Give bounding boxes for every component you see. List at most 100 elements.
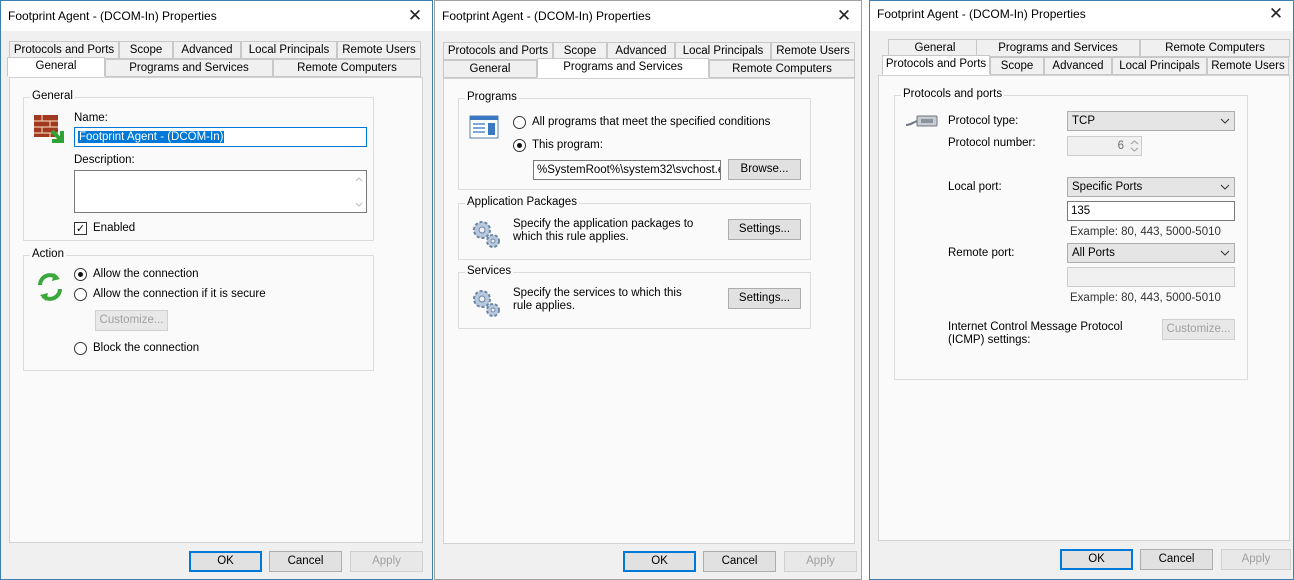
properties-dialog-protocols: Footprint Agent - (DCOM-In) Properties ✕… [869, 0, 1294, 580]
enabled-checkbox[interactable]: ✓ [74, 222, 87, 235]
all-programs-radio[interactable] [513, 116, 526, 129]
dialog-title: Footprint Agent - (DCOM-In) Properties [877, 7, 1086, 21]
group-label: General [30, 90, 75, 102]
gears-icon [473, 290, 500, 317]
title-bar: Footprint Agent - (DCOM-In) Properties ✕ [435, 1, 861, 31]
cancel-button[interactable]: Cancel [1140, 549, 1213, 570]
close-icon[interactable]: ✕ [1265, 3, 1287, 25]
properties-dialog-general: Footprint Agent - (DCOM-In) Properties ✕… [0, 0, 433, 580]
icmp-customize-button[interactable]: Customize... [1162, 319, 1235, 340]
spin-arrows-icon[interactable] [1130, 139, 1139, 153]
firewall-icon [34, 115, 64, 143]
tab-general[interactable]: General [7, 57, 105, 77]
scroll-up-icon[interactable] [355, 176, 363, 182]
local-port-label: Local port: [948, 181, 1002, 193]
scroll-down-icon[interactable] [355, 202, 363, 208]
services-description: Specify the services to which this rule … [513, 287, 682, 312]
group-label: Programs [465, 91, 519, 103]
cancel-button[interactable]: Cancel [703, 551, 776, 572]
services-settings-button[interactable]: Settings... [728, 288, 801, 309]
allow-secure-radio[interactable] [74, 288, 87, 301]
tab-remote-computers[interactable]: Remote Computers [1140, 39, 1290, 57]
general-group: General Name: Footprint Agent - (DCOM-In… [23, 90, 374, 241]
group-label: Action [30, 248, 66, 260]
app-packages-description: Specify the application packages to whic… [513, 218, 694, 243]
close-icon[interactable]: ✕ [833, 5, 855, 27]
tab-programs-and-services[interactable]: Programs and Services [537, 58, 709, 78]
this-program-label: This program: [532, 139, 603, 151]
allow-connection-radio[interactable] [74, 268, 87, 281]
tab-programs-and-services[interactable]: Programs and Services [976, 39, 1140, 57]
remote-port-example: Example: 80, 443, 5000-5010 [1070, 292, 1221, 304]
tab-panel: Protocols and ports Protocol type: TCP P… [878, 75, 1290, 541]
this-program-radio[interactable] [513, 139, 526, 152]
apply-button[interactable]: Apply [1221, 549, 1291, 570]
tab-remote-computers[interactable]: Remote Computers [709, 60, 855, 78]
tab-remote-users[interactable]: Remote Users [1207, 57, 1289, 75]
ok-button[interactable]: OK [1060, 549, 1133, 570]
group-label: Protocols and ports [901, 88, 1005, 100]
icmp-label-line1: Internet Control Message Protocol [948, 321, 1123, 333]
local-port-field[interactable]: 135 [1067, 201, 1235, 221]
apply-button[interactable]: Apply [350, 551, 423, 572]
network-cable-icon [905, 115, 938, 127]
allow-connection-label: Allow the connection [93, 268, 199, 280]
local-port-value: 135 [1071, 205, 1091, 217]
gears-icon [473, 221, 500, 248]
chevron-down-icon [1220, 250, 1230, 256]
all-programs-label: All programs that meet the specified con… [532, 116, 771, 128]
remote-port-select-value: All Ports [1072, 247, 1115, 259]
icmp-label-line2: (ICMP) settings: [948, 334, 1031, 346]
name-field[interactable]: Footprint Agent - (DCOM-In) [74, 127, 367, 147]
protocols-and-ports-group: Protocols and ports Protocol type: TCP P… [894, 88, 1248, 380]
local-port-select-value: Specific Ports [1072, 181, 1143, 193]
tab-scope[interactable]: Scope [119, 41, 173, 59]
customize-button[interactable]: Customize... [95, 310, 168, 331]
dialog-title: Footprint Agent - (DCOM-In) Properties [8, 9, 217, 23]
close-icon[interactable]: ✕ [404, 5, 426, 27]
tab-advanced[interactable]: Advanced [173, 41, 241, 59]
application-packages-group: Application Packages Specify the applica… [458, 196, 811, 260]
local-port-select[interactable]: Specific Ports [1067, 177, 1235, 197]
program-window-icon [469, 115, 499, 139]
tab-remote-users[interactable]: Remote Users [337, 41, 421, 59]
tab-general[interactable]: General [443, 60, 537, 78]
name-value: Footprint Agent - (DCOM-In) [78, 131, 225, 143]
tab-panel: Programs All programs that meet the spec… [443, 78, 855, 544]
browse-button[interactable]: Browse... [728, 159, 801, 180]
remote-port-field[interactable] [1067, 267, 1235, 287]
action-group: Action Allow the connection Allow the co… [23, 248, 374, 371]
tab-scope[interactable]: Scope [990, 57, 1044, 75]
app-packages-settings-button[interactable]: Settings... [728, 219, 801, 240]
tab-panel: General Name: Footprint Agent - (DCOM-In… [9, 77, 423, 543]
protocol-type-select[interactable]: TCP [1067, 111, 1235, 131]
title-bar: Footprint Agent - (DCOM-In) Properties ✕ [870, 1, 1293, 31]
protocol-number-label: Protocol number: [948, 137, 1036, 149]
remote-port-label: Remote port: [948, 247, 1015, 259]
program-path-field[interactable]: %SystemRoot%\system32\svchost.exe [533, 160, 721, 180]
cancel-button[interactable]: Cancel [269, 551, 342, 572]
apply-button[interactable]: Apply [784, 551, 857, 572]
chevron-down-icon [1220, 118, 1230, 124]
tab-local-principals[interactable]: Local Principals [1112, 57, 1207, 75]
tab-remote-computers[interactable]: Remote Computers [273, 59, 421, 77]
tab-local-principals[interactable]: Local Principals [241, 41, 337, 59]
local-port-example: Example: 80, 443, 5000-5010 [1070, 226, 1221, 238]
tab-programs-and-services[interactable]: Programs and Services [105, 59, 273, 77]
remote-port-select[interactable]: All Ports [1067, 243, 1235, 263]
block-connection-radio[interactable] [74, 342, 87, 355]
name-label: Name: [74, 112, 108, 124]
tab-protocols-and-ports[interactable]: Protocols and Ports [882, 55, 990, 75]
dialog-title: Footprint Agent - (DCOM-In) Properties [442, 9, 651, 23]
protocol-number-field[interactable]: 6 [1067, 136, 1142, 156]
description-field[interactable] [74, 170, 367, 213]
program-path-value: %SystemRoot%\system32\svchost.exe [537, 164, 721, 176]
ok-button[interactable]: OK [189, 551, 262, 572]
group-label: Services [465, 265, 514, 277]
block-connection-label: Block the connection [93, 342, 200, 354]
tab-advanced[interactable]: Advanced [1044, 57, 1112, 75]
chevron-down-icon [1220, 184, 1230, 190]
tab-remote-users[interactable]: Remote Users [771, 42, 855, 60]
title-bar: Footprint Agent - (DCOM-In) Properties ✕ [1, 1, 432, 31]
ok-button[interactable]: OK [623, 551, 696, 572]
